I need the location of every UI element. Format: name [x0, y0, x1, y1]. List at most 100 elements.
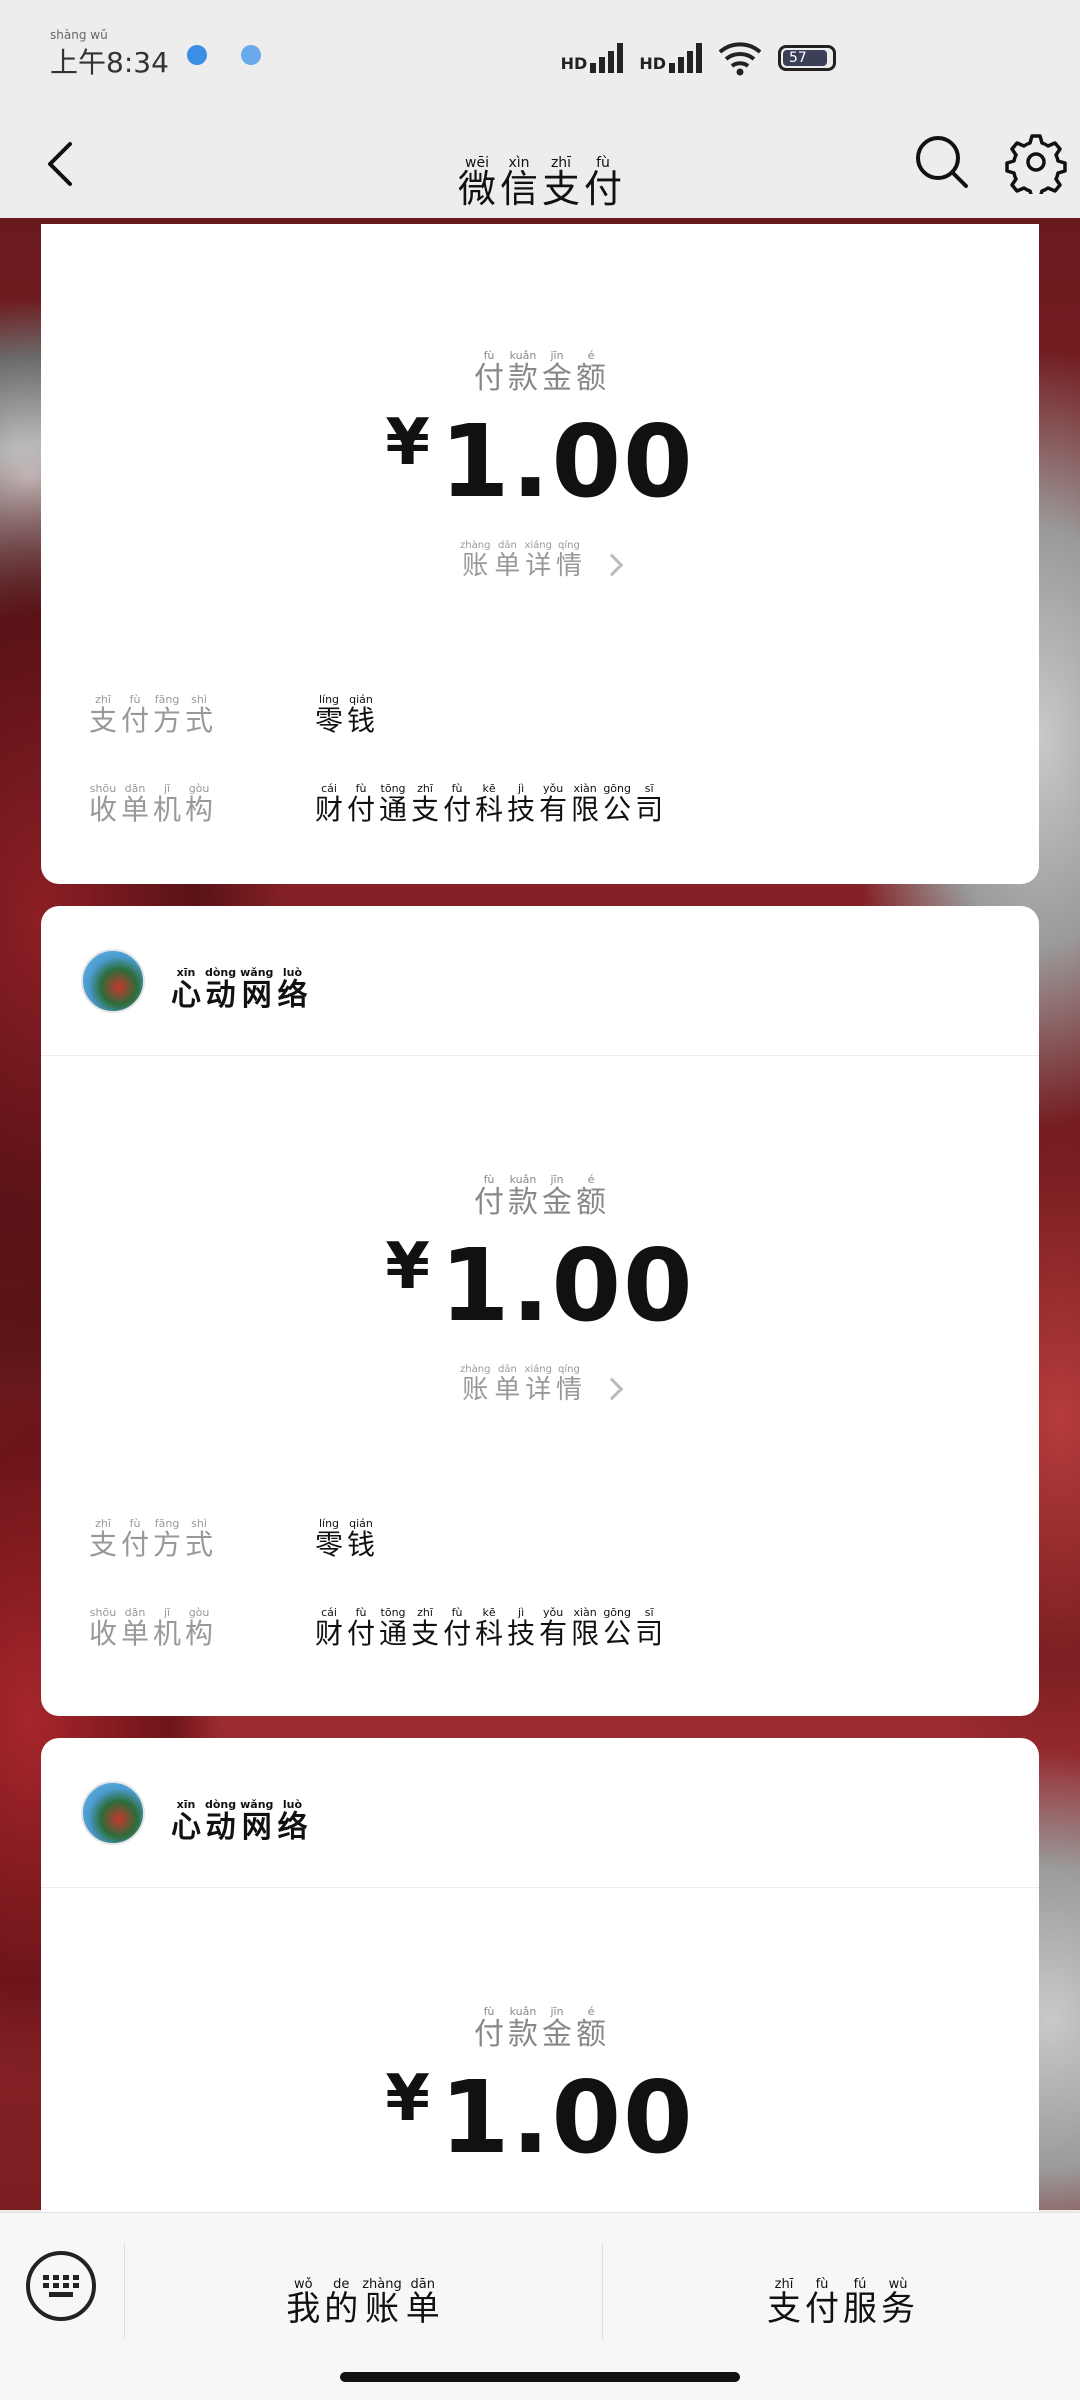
hanzi-char: 支 [411, 1617, 440, 1651]
status-icons: HD HD 57 [561, 40, 836, 76]
payment-card-1[interactable]: fù 付 kuǎn 款 jīn 金 é 额 ¥1.00 zhàng 账 dān 单 xiáng 详 qín… [41, 224, 1039, 884]
payment-method-value: líng 零 qián 钱 [315, 677, 375, 737]
pinyin-char: xīn 心 [171, 967, 201, 1013]
pinyin-char: xīn 心 [171, 1799, 201, 1845]
pinyin-char: wǒ 我 [286, 2278, 321, 2329]
pinyin-char: fāng 方 [153, 693, 182, 737]
search-icon[interactable] [910, 130, 974, 194]
pinyin-char: jīn 金 [542, 350, 572, 396]
pinyin-char: shì 式 [185, 693, 213, 737]
hanzi-char: 详 [525, 1375, 552, 1405]
hanzi-char: 金 [542, 2017, 572, 2052]
pinyin-char: qíng 情 [556, 540, 582, 581]
hanzi-char: 支 [89, 703, 118, 737]
hanzi-char: 付 [347, 793, 376, 827]
status-bar: shàng wǔ 上午8:34 HD HD 57 [0, 0, 1080, 110]
payment-card-3[interactable]: xīn 心 dòng 动 wǎng 网 luò 络 fù 付 kuǎn 款 jīn 金 é 额 ¥1.00 [41, 1738, 1039, 2212]
pinyin-char: dān 单 [494, 540, 520, 581]
home-indicator[interactable] [340, 2372, 740, 2382]
pinyin-char: fú 服 [843, 2278, 877, 2328]
pinyin-char: dòng 动 [205, 1799, 236, 1845]
pinyin-char: kuǎn 款 [508, 2006, 538, 2052]
notification-icon [186, 45, 207, 65]
keyboard-icon [43, 2275, 79, 2297]
pinyin-char: líng 零 [315, 1517, 344, 1561]
currency-symbol: ¥ [385, 406, 432, 480]
hanzi-char: 单 [121, 793, 150, 827]
acquirer-label: shōu 收 dān 单 jī 机 gòu 构 [89, 1590, 315, 1650]
pay-service-button[interactable]: zhī 支 fù 付 fú 服 wù 务 [602, 2257, 1080, 2328]
hanzi-char: 式 [185, 1527, 214, 1561]
hanzi-char: 公 [603, 793, 632, 827]
pinyin-char: zhī 支 [89, 693, 118, 737]
hanzi-char: 技 [507, 1617, 536, 1651]
pinyin-char: tōng 通 [379, 783, 407, 826]
pinyin-char: fù 付 [474, 2006, 504, 2052]
pinyin-char: jīn 金 [542, 1174, 572, 1220]
payment-method-label: zhī 支 fù 付 fāng 方 shì 式 [89, 677, 315, 737]
pinyin-char: xiáng 详 [524, 1364, 552, 1405]
hanzi-char: 单 [494, 551, 521, 581]
hanzi-char: 动 [205, 978, 236, 1013]
pinyin-char: fù 付 [121, 1517, 149, 1561]
hanzi-char: 机 [153, 793, 182, 827]
pinyin-char: gòu 构 [185, 783, 213, 826]
pinyin-char: luò 络 [277, 967, 307, 1013]
signal-icon-2: HD [639, 43, 702, 73]
pinyin-char: kē 科 [475, 1607, 503, 1650]
hanzi-char: 金 [542, 1185, 572, 1220]
hanzi-char: 情 [555, 551, 582, 581]
chevron-right-icon [600, 553, 624, 577]
pinyin-char: jì 技 [507, 783, 535, 826]
pinyin-char: zhī 支 [411, 783, 439, 826]
pinyin-char: xiàn 限 [571, 783, 599, 826]
bill-detail-link[interactable]: zhàng 账 dān 单 xiáng 详 qíng 情 [41, 540, 1039, 581]
pinyin-char: fù 付 [121, 693, 150, 737]
battery-level: 57 [789, 50, 807, 66]
hanzi-char: 额 [576, 1185, 606, 1220]
hanzi-char: 动 [205, 1810, 236, 1845]
hanzi-char: 限 [571, 793, 600, 827]
my-bills-button[interactable]: wǒ 我 de 的 zhàng 账 dān 单 [124, 2257, 602, 2328]
hanzi-char: 支 [542, 167, 581, 211]
pinyin-char: kuǎn 款 [508, 350, 538, 396]
pinyin-char: gòu 构 [185, 1607, 213, 1650]
hanzi-char: 公 [603, 1617, 632, 1651]
pinyin-char: zhàng 账 [460, 540, 490, 581]
amount-number: 1.00 [439, 1227, 695, 1344]
pinyin-char: fù 付 [584, 156, 622, 211]
hanzi-char: 方 [153, 703, 182, 737]
pinyin-char: fù 付 [805, 2278, 839, 2328]
pinyin-char: kē 科 [475, 783, 503, 826]
payment-method-row: zhī 支 fù 付 fāng 方 shì 式 líng 零 qián 钱 [41, 1501, 1039, 1561]
hanzi-char: 信 [499, 167, 538, 211]
hanzi-char: 账 [462, 551, 489, 581]
pinyin-char: é额 [576, 2006, 606, 2052]
pinyin-char: fù 付 [347, 1607, 375, 1650]
merchant-avatar [81, 1780, 145, 1845]
pinyin-char: dān 单 [121, 1607, 149, 1650]
amount-value: ¥1.00 [41, 2067, 1039, 2168]
pinyin-char: wù 务 [881, 2278, 915, 2328]
hanzi-char: 财 [315, 793, 344, 827]
pinyin-char: xiáng 详 [524, 540, 552, 581]
pinyin-char: sī 司 [635, 783, 663, 826]
hanzi-char: 网 [241, 1810, 272, 1845]
signal-label-2: HD [639, 54, 666, 73]
hanzi-char: 账 [365, 2289, 399, 2329]
pinyin-char: qián 钱 [347, 1517, 375, 1561]
pinyin-char: líng 零 [315, 693, 343, 737]
hanzi-char: 我 [286, 2289, 321, 2329]
pinyin-char: xìn 信 [499, 156, 538, 211]
keyboard-toggle-button[interactable] [26, 2251, 96, 2321]
navigation-bar: wēi 微 xìn 信 zhī 支 fù 付 [0, 110, 1080, 218]
bill-detail-link[interactable]: zhàng 账 dān 单 xiáng 详 qíng 情 [41, 1364, 1039, 1405]
hanzi-char: 付 [121, 703, 150, 737]
merchant-name: xīn 心 dòng 动 wǎng 网 luò 络 [171, 949, 307, 1013]
hanzi-char: 方 [153, 1527, 182, 1561]
hanzi-char: 有 [539, 1617, 568, 1651]
amount-number: 1.00 [439, 2059, 695, 2176]
gear-icon[interactable] [1004, 130, 1068, 194]
payment-card-2[interactable]: xīn 心 dòng 动 wǎng 网 luò 络 fù 付 kuǎn 款 jīn 金 é 额 ¥1.00 … [41, 906, 1039, 1716]
hanzi-char: 零 [315, 1527, 344, 1561]
